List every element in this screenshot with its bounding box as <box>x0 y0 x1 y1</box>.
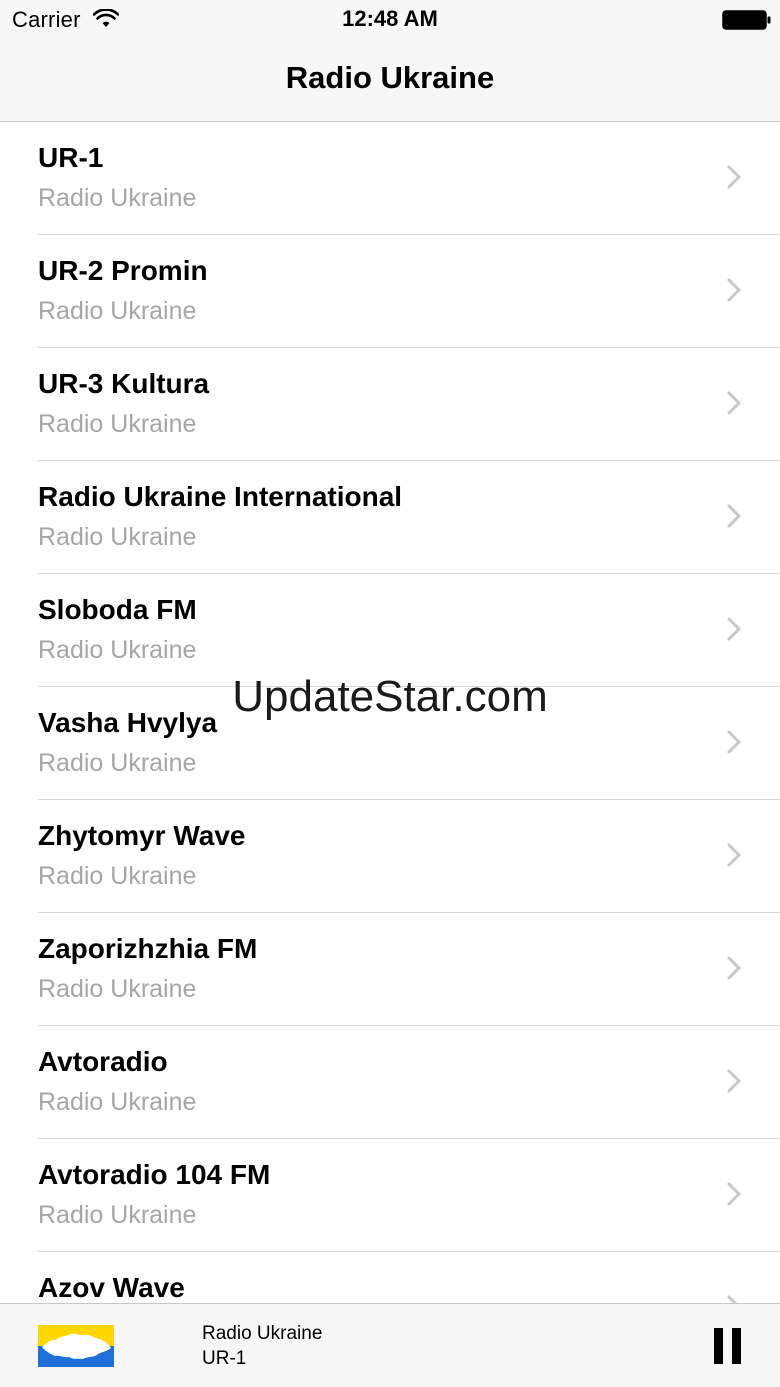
now-playing-station: Radio Ukraine <box>202 1323 323 1344</box>
station-row-avtoradio-104-fm[interactable]: Avtoradio 104 FM Radio Ukraine <box>0 1139 780 1252</box>
station-row-vasha-hvylya[interactable]: Vasha Hvylya Radio Ukraine <box>0 687 780 800</box>
pause-icon <box>714 1328 741 1364</box>
navigation-bar: Radio Ukraine <box>0 40 780 122</box>
chevron-right-icon <box>727 391 741 415</box>
chevron-right-icon <box>727 165 741 189</box>
station-subtitle: Radio Ukraine <box>38 749 197 777</box>
chevron-right-icon <box>727 1069 741 1093</box>
station-name: Zhytomyr Wave <box>38 820 246 851</box>
chevron-right-icon <box>727 1295 738 1303</box>
station-name: Vasha Hvylya <box>38 707 218 738</box>
now-playing-bar[interactable]: Radio Ukraine UR-1 <box>0 1303 780 1387</box>
station-row-zaporizhzhia-fm[interactable]: Zaporizhzhia FM Radio Ukraine <box>0 913 780 1026</box>
station-name: Sloboda FM <box>38 594 197 625</box>
ukraine-flag-map-icon <box>38 1325 114 1367</box>
page-title: Radio Ukraine <box>285 60 495 95</box>
station-row-ur-2-promin[interactable]: UR-2 Promin Radio Ukraine <box>0 235 780 348</box>
chevron-right-icon <box>727 1182 741 1206</box>
station-row-avtoradio[interactable]: Avtoradio Radio Ukraine <box>0 1026 780 1139</box>
station-subtitle: Radio Ukraine <box>38 184 197 212</box>
status-time: 12:48 AM <box>342 6 438 31</box>
station-row-radio-ukraine-international[interactable]: Radio Ukraine International Radio Ukrain… <box>0 461 780 574</box>
chevron-right-icon <box>727 504 741 528</box>
chevron-right-icon <box>727 617 741 641</box>
station-name: Zaporizhzhia FM <box>38 933 258 964</box>
station-name: Azov Wave <box>38 1272 185 1303</box>
station-subtitle: Radio Ukraine <box>38 1088 197 1116</box>
station-name: Avtoradio 104 FM <box>38 1159 271 1190</box>
pause-button[interactable] <box>706 1324 750 1368</box>
station-list[interactable]: UR-1 Radio Ukraine UR-2 Promin Radio Ukr… <box>0 122 780 1303</box>
station-name: Radio Ukraine International <box>38 481 403 512</box>
app-screen: Carrier 12:48 AM Radio Ukraine UR-1 Radi… <box>0 0 780 1387</box>
status-bar: Carrier 12:48 AM <box>0 0 780 40</box>
station-subtitle: Radio Ukraine <box>38 297 197 325</box>
chevron-right-icon <box>727 843 741 867</box>
now-playing-track: UR-1 <box>202 1348 247 1369</box>
station-row-sloboda-fm[interactable]: Sloboda FM Radio Ukraine <box>0 574 780 687</box>
station-subtitle: Radio Ukraine <box>38 523 197 551</box>
station-name: Avtoradio <box>38 1046 168 1077</box>
station-row-ur-3-kultura[interactable]: UR-3 Kultura Radio Ukraine <box>0 348 780 461</box>
station-name: UR-2 Promin <box>38 255 208 286</box>
station-subtitle: Radio Ukraine <box>38 1201 197 1229</box>
chevron-right-icon <box>727 730 741 754</box>
station-subtitle: Radio Ukraine <box>38 636 197 664</box>
battery-icon <box>722 10 771 30</box>
station-subtitle: Radio Ukraine <box>38 862 197 890</box>
station-subtitle: Radio Ukraine <box>38 410 197 438</box>
station-subtitle: Radio Ukraine <box>38 975 197 1003</box>
chevron-right-icon <box>727 278 741 302</box>
chevron-right-icon <box>727 956 741 980</box>
station-row-ur-1[interactable]: UR-1 Radio Ukraine <box>0 122 780 235</box>
station-row-zhytomyr-wave[interactable]: Zhytomyr Wave Radio Ukraine <box>0 800 780 913</box>
station-name: UR-1 <box>38 142 104 173</box>
station-name: UR-3 Kultura <box>38 368 210 399</box>
station-row-azov-wave[interactable]: Azov Wave <box>0 1252 780 1303</box>
